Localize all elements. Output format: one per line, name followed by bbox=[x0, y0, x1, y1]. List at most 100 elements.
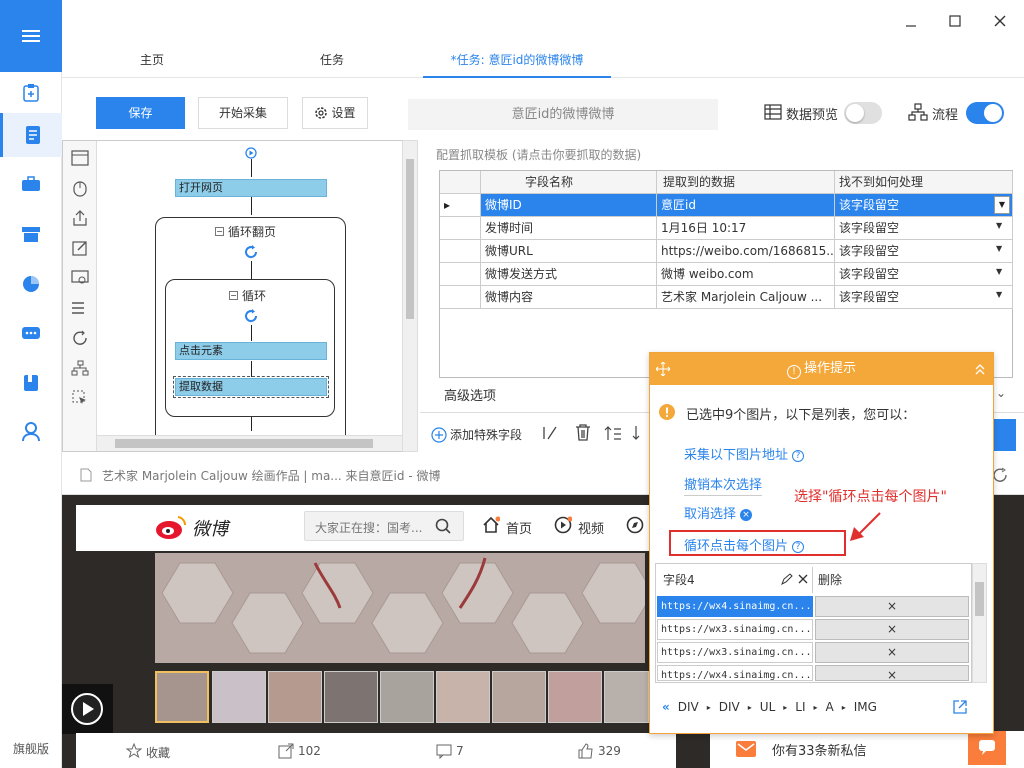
toolbox-recognize[interactable] bbox=[69, 267, 91, 289]
undo-selection-link[interactable]: 撤销本次选择 bbox=[684, 474, 763, 496]
weibo-video-link[interactable]: 视频 bbox=[578, 518, 604, 537]
dropdown-button[interactable]: ▼ bbox=[996, 221, 1002, 230]
thumbnail[interactable] bbox=[548, 671, 602, 723]
refresh-icon[interactable] bbox=[992, 467, 1008, 483]
cell-value[interactable]: 艺术家 Marjolein Caljouw ... bbox=[657, 286, 835, 309]
menu-button[interactable] bbox=[0, 0, 62, 72]
cell-value[interactable]: 1月16日 10:17 bbox=[657, 217, 835, 240]
save-button[interactable]: 保存 bbox=[96, 97, 185, 129]
collapse-icon[interactable]: − bbox=[229, 291, 238, 300]
toolbox-click[interactable] bbox=[69, 177, 91, 199]
start-collect-button[interactable]: 开始采集 bbox=[198, 97, 288, 129]
nav-messages[interactable] bbox=[0, 313, 62, 355]
path-back-icon[interactable]: « bbox=[662, 700, 670, 714]
thumbnail[interactable] bbox=[155, 671, 209, 723]
tab-home[interactable]: 主页 bbox=[102, 36, 202, 78]
path-segment[interactable]: DIV bbox=[678, 700, 699, 714]
close-button[interactable] bbox=[985, 8, 1015, 34]
delete-row-button[interactable]: × bbox=[815, 596, 969, 617]
toolbox-branch[interactable] bbox=[69, 357, 91, 379]
thumbnail[interactable] bbox=[380, 671, 434, 723]
collapse-up-icon[interactable] bbox=[974, 363, 986, 375]
cell-handle[interactable]: 该字段留空 bbox=[835, 240, 1013, 263]
node-extract-data[interactable]: 提取数据 bbox=[173, 376, 329, 398]
url-cell[interactable]: https://wx4.sinaimg.cn... bbox=[657, 596, 813, 617]
url-cell[interactable]: https://wx4.sinaimg.cn... bbox=[657, 665, 813, 681]
url-cell[interactable]: https://wx3.sinaimg.cn... bbox=[657, 642, 813, 663]
nav-tasks[interactable] bbox=[0, 113, 62, 157]
search-icon[interactable] bbox=[435, 518, 451, 534]
collapse-icon[interactable]: − bbox=[215, 227, 224, 236]
hint-header[interactable]: ! 操作提示 bbox=[650, 353, 993, 385]
video-icon[interactable] bbox=[554, 516, 572, 534]
scroll-thumb[interactable] bbox=[406, 159, 414, 319]
collect-image-urls-link[interactable]: 采集以下图片地址? bbox=[684, 444, 805, 463]
loop-click-each-image-link[interactable]: 循环点击每个图片? bbox=[684, 535, 805, 554]
path-segment[interactable]: LI bbox=[795, 700, 805, 714]
toolbox-open-page[interactable] bbox=[69, 147, 91, 169]
dropdown-button[interactable]: ▼ bbox=[996, 267, 1002, 276]
nav-tutorial[interactable] bbox=[0, 362, 62, 404]
edit-field-icon[interactable] bbox=[542, 425, 560, 441]
flow-vscrollbar[interactable] bbox=[402, 140, 418, 452]
video-play-button[interactable] bbox=[62, 684, 113, 734]
dropdown-button[interactable]: ▼ bbox=[994, 196, 1010, 214]
toolbox-loop[interactable] bbox=[69, 327, 91, 349]
cell-name[interactable]: 微博ID bbox=[481, 194, 657, 217]
path-segment[interactable]: IMG bbox=[854, 700, 877, 714]
like-icon[interactable] bbox=[578, 743, 594, 759]
delete-row-button[interactable]: × bbox=[815, 642, 969, 663]
thumbnail[interactable] bbox=[268, 671, 322, 723]
chevron-down-icon[interactable]: ⌄ bbox=[996, 386, 1006, 400]
tab-tasks[interactable]: 任务 bbox=[282, 36, 382, 78]
scroll-thumb[interactable] bbox=[115, 439, 373, 448]
cell-handle[interactable]: 该字段留空 bbox=[835, 217, 1013, 240]
help-icon[interactable]: ? bbox=[792, 541, 805, 553]
weibo-search-input[interactable]: 大家正在搜：国考... bbox=[304, 511, 464, 541]
private-message-bar[interactable]: 你有33条新私信 bbox=[710, 731, 1024, 768]
thumbnail[interactable] bbox=[324, 671, 378, 723]
task-name-input[interactable]: 意匠id的微博微博 bbox=[408, 99, 718, 130]
toolbox-extract[interactable] bbox=[69, 207, 91, 229]
node-open-page[interactable]: 打开网页 bbox=[175, 179, 327, 197]
thumbnail[interactable] bbox=[436, 671, 490, 723]
move-icon[interactable] bbox=[656, 362, 670, 376]
close-icon[interactable] bbox=[798, 574, 808, 584]
nav-account[interactable] bbox=[0, 411, 62, 453]
move-down-icon[interactable] bbox=[632, 425, 648, 441]
comment-count[interactable]: 7 bbox=[456, 744, 464, 758]
repost-icon[interactable] bbox=[278, 743, 294, 759]
nav-toolbox[interactable] bbox=[0, 163, 62, 205]
delete-row-button[interactable]: × bbox=[815, 665, 969, 682]
tab-current-task[interactable]: *任务: 意匠id的微博微博 bbox=[423, 36, 611, 78]
cell-handle[interactable]: 该字段留空 bbox=[835, 194, 1013, 217]
compass-icon[interactable] bbox=[626, 516, 644, 534]
toolbox-hover[interactable] bbox=[69, 387, 91, 409]
scroll-thumb[interactable] bbox=[975, 582, 984, 616]
dropdown-button[interactable]: ▼ bbox=[996, 244, 1002, 253]
confirm-button-edge[interactable] bbox=[994, 419, 1016, 451]
chat-launcher[interactable] bbox=[968, 731, 1006, 765]
favorite-label[interactable]: 收藏 bbox=[146, 744, 170, 761]
settings-button[interactable]: 设置 bbox=[302, 97, 368, 129]
cell-name[interactable]: 发博时间 bbox=[481, 217, 657, 240]
minimize-button[interactable] bbox=[896, 8, 926, 34]
external-link-icon[interactable] bbox=[952, 699, 968, 715]
help-icon[interactable]: ? bbox=[792, 450, 805, 462]
data-preview-toggle[interactable] bbox=[844, 102, 882, 124]
path-segment[interactable]: DIV bbox=[719, 700, 740, 714]
comment-icon[interactable] bbox=[436, 743, 452, 759]
cell-name[interactable]: 微博URL bbox=[481, 240, 657, 263]
address-text[interactable]: 艺术家 Marjolein Caljouw 绘画作品 | ma... 来自意匠i… bbox=[102, 467, 440, 484]
thumbnail[interactable] bbox=[492, 671, 546, 723]
move-up-icon[interactable] bbox=[604, 425, 622, 441]
cell-name[interactable]: 微博内容 bbox=[481, 286, 657, 309]
nav-market[interactable] bbox=[0, 213, 62, 255]
flow-toggle[interactable] bbox=[966, 102, 1004, 124]
pencil-icon[interactable] bbox=[781, 573, 793, 585]
advanced-options[interactable]: 高级选项 bbox=[444, 385, 496, 404]
cell-name[interactable]: 微博发送方式 bbox=[481, 263, 657, 286]
nav-new-task[interactable] bbox=[0, 72, 62, 114]
thumbnail[interactable] bbox=[604, 671, 649, 723]
add-special-field-button[interactable]: 添加特殊字段 bbox=[431, 426, 522, 443]
